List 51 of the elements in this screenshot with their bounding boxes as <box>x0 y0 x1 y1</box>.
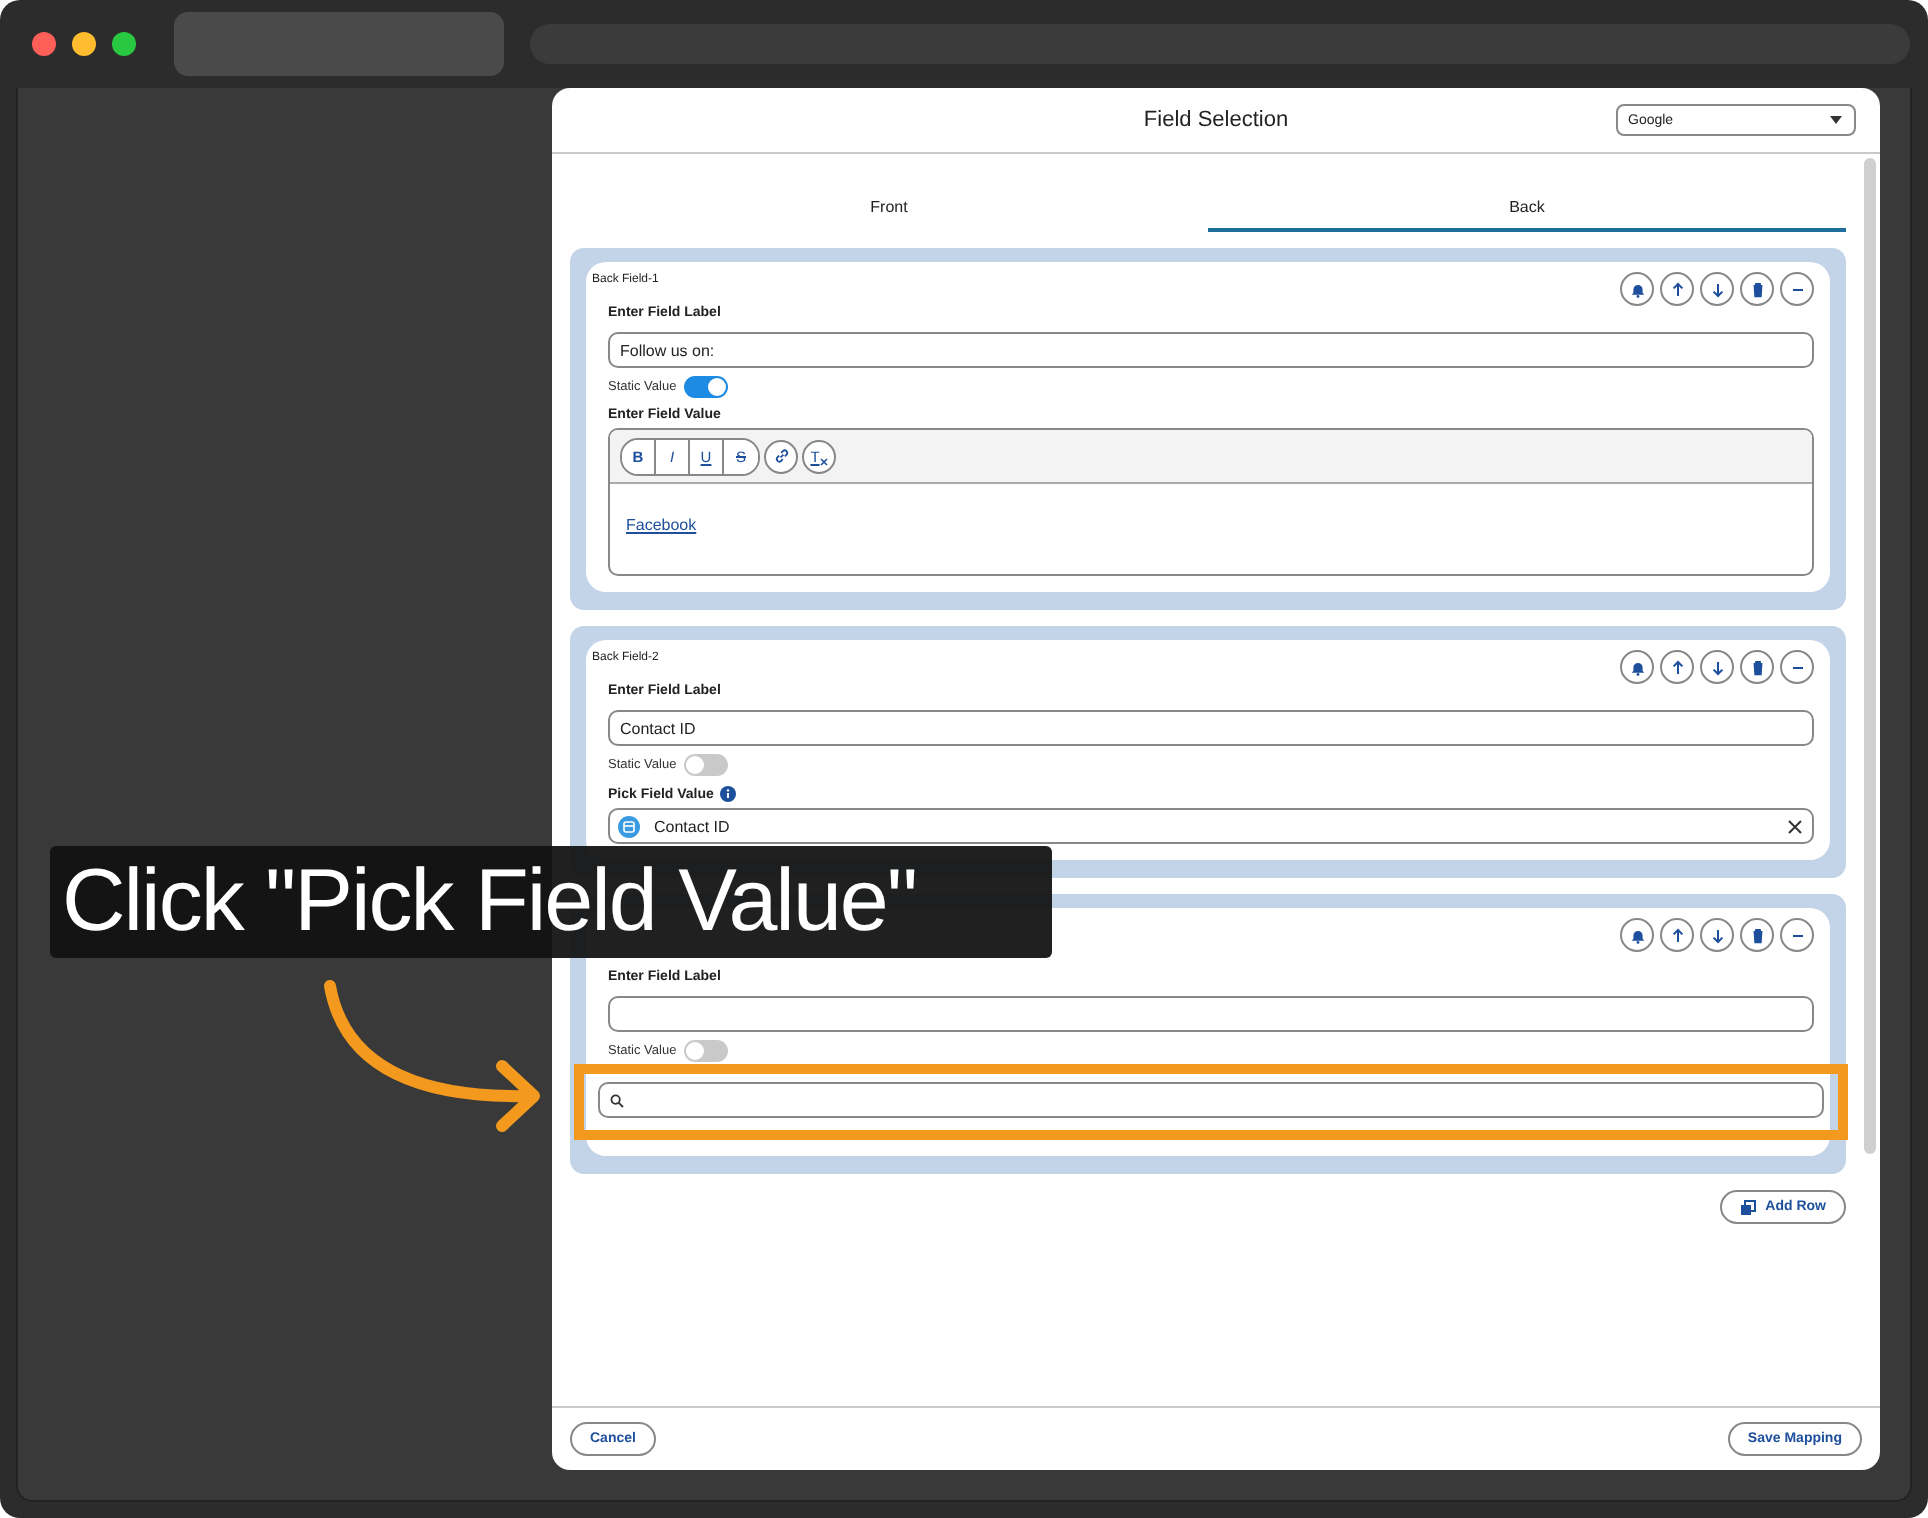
link-button[interactable] <box>764 439 798 473</box>
maximize-window-button[interactable] <box>112 32 136 56</box>
static-value-toggle[interactable] <box>684 754 729 776</box>
arrow-down-icon <box>1707 657 1727 677</box>
facebook-link[interactable]: Facebook <box>626 516 697 534</box>
static-value-toggle[interactable] <box>684 376 729 398</box>
down-button[interactable] <box>1700 650 1734 684</box>
arrow-up-icon <box>1667 925 1687 945</box>
search-icon <box>610 1093 624 1107</box>
tab[interactable]: Front <box>570 182 1208 232</box>
clear-x-icon <box>819 457 828 465</box>
trash-button[interactable] <box>1740 650 1774 684</box>
scrollbar-thumb[interactable] <box>1864 158 1876 1154</box>
minus-button[interactable] <box>1780 272 1814 306</box>
clear-icon[interactable] <box>1788 819 1802 833</box>
minus-button[interactable] <box>1780 918 1814 952</box>
bell-icon <box>1627 279 1647 299</box>
search-field[interactable] <box>598 1082 1824 1118</box>
field-label-input[interactable]: Follow us on: <box>608 332 1814 368</box>
instruction-tooltip: Click "Pick Field Value" <box>50 846 1052 958</box>
picked-value-field[interactable]: Contact ID <box>608 808 1814 844</box>
dialog-title: Field Selection <box>1143 108 1289 132</box>
trash-button[interactable] <box>1740 272 1774 306</box>
arrow-up-icon <box>1667 279 1687 299</box>
up-button[interactable] <box>1660 918 1694 952</box>
close-window-button[interactable] <box>32 32 56 56</box>
arrow-down-icon <box>1707 925 1727 945</box>
down-button[interactable] <box>1700 918 1734 952</box>
picked-value: Contact ID <box>654 817 730 835</box>
dropdown-caret-icon <box>1830 116 1842 124</box>
field-label-input[interactable]: Contact ID <box>608 710 1814 746</box>
record-icon <box>618 815 640 837</box>
bell-icon <box>1627 657 1647 677</box>
bell-button[interactable] <box>1620 650 1654 684</box>
down-button[interactable] <box>1700 272 1734 306</box>
tab[interactable]: Back <box>1208 182 1846 232</box>
add-row-icon <box>1739 1199 1756 1215</box>
link-icon <box>771 446 791 466</box>
bell-button[interactable] <box>1620 918 1654 952</box>
static-value-toggle[interactable] <box>684 1040 729 1062</box>
bell-icon <box>1627 925 1647 945</box>
bell-button[interactable] <box>1620 272 1654 306</box>
info-icon <box>719 786 736 802</box>
up-button[interactable] <box>1660 650 1694 684</box>
field-label-input[interactable] <box>608 996 1814 1032</box>
arrow-up-icon <box>1667 657 1687 677</box>
arrow-down-icon <box>1707 279 1727 299</box>
minus-button[interactable] <box>1780 650 1814 684</box>
minimize-window-button[interactable] <box>72 32 96 56</box>
trash-button[interactable] <box>1740 918 1774 952</box>
up-button[interactable] <box>1660 272 1694 306</box>
